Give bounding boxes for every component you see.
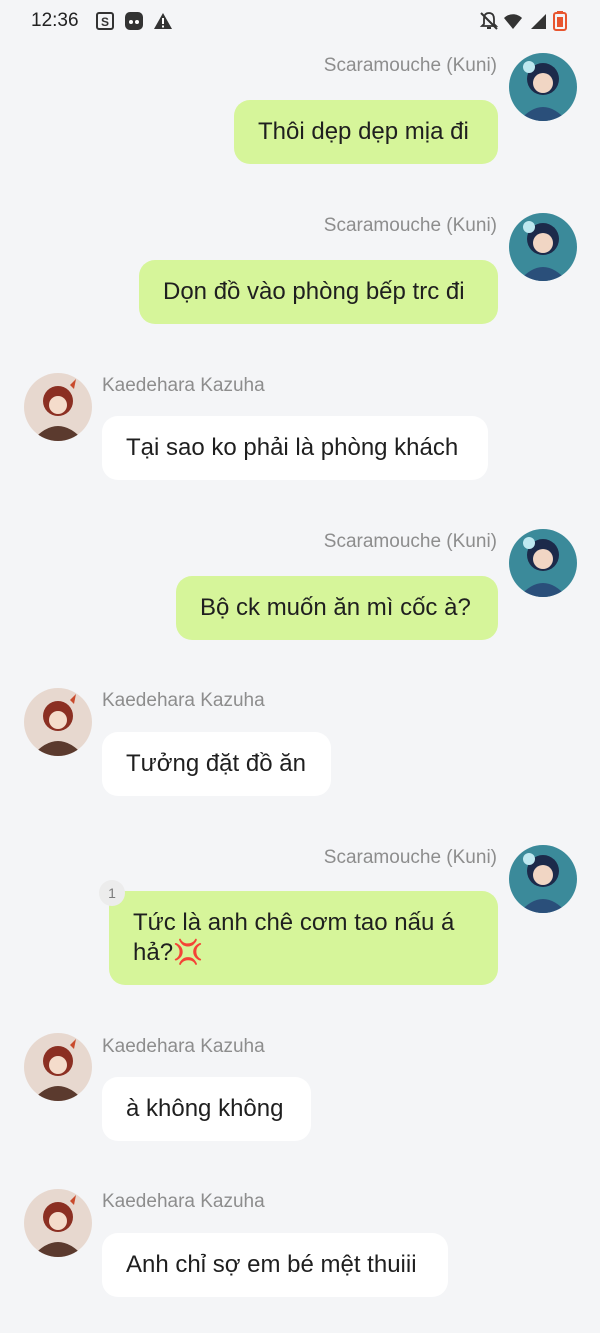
message-text: Anh chỉ sợ em bé mệt thuiii <box>126 1251 417 1278</box>
avatar-kazuha[interactable] <box>24 373 92 441</box>
avatar-scaramouche[interactable] <box>509 213 577 281</box>
notifications-off-icon <box>479 11 499 31</box>
avatar-kazuha[interactable] <box>24 1033 92 1101</box>
message-bubble[interactable]: Dọn đồ vào phòng bếp trc đi <box>139 260 498 324</box>
message-bubble[interactable]: Tại sao ko phải là phòng khách <box>102 416 488 480</box>
message-bubble[interactable]: Bộ ck muốn ăn mì cốc à? <box>176 576 498 640</box>
message-text: à không không <box>126 1095 284 1122</box>
message-text: Bộ ck muốn ăn mì cốc à? <box>200 594 471 621</box>
avatar-scaramouche[interactable] <box>509 845 577 913</box>
message-text-line: Tức là anh chê cơm tao nấu á <box>133 909 455 936</box>
message-bubble[interactable]: Anh chỉ sợ em bé mệt thuiii <box>102 1233 448 1297</box>
sender-name: Kaedehara Kazuha <box>102 375 265 396</box>
message-text-line: hả?💢 <box>133 938 474 968</box>
message-text: Dọn đồ vào phòng bếp trc đi <box>163 278 465 305</box>
anger-emoji: 💢 <box>173 939 203 966</box>
sender-name: Kaedehara Kazuha <box>102 1191 265 1212</box>
avatar-kazuha[interactable] <box>24 688 92 756</box>
screenshot-icon: S <box>95 11 115 31</box>
sender-name: Scaramouche (Kuni) <box>323 531 497 552</box>
message-bubble[interactable]: à không không <box>102 1077 311 1141</box>
avatar-kazuha[interactable] <box>24 1189 92 1257</box>
message-text: Tại sao ko phải là phòng khách <box>126 434 459 461</box>
wifi-icon <box>503 11 523 31</box>
message-text: Tưởng đặt đồ ăn <box>126 750 306 777</box>
sender-name: Scaramouche (Kuni) <box>323 847 497 868</box>
sender-name: Kaedehara Kazuha <box>102 1036 265 1057</box>
warning-icon <box>153 11 173 31</box>
reaction-count-badge[interactable]: 1 <box>99 880 125 906</box>
sender-name: Kaedehara Kazuha <box>102 690 265 711</box>
message-text: Thôi dẹp dẹp mịa đi <box>258 118 469 145</box>
sender-name: Scaramouche (Kuni) <box>323 55 497 76</box>
avatar-scaramouche[interactable] <box>509 529 577 597</box>
discord-icon <box>124 11 144 31</box>
message-text: hả? <box>133 939 174 966</box>
message-bubble[interactable]: Tức là anh chê cơm tao nấu á hả?💢 <box>109 891 498 985</box>
battery-icon <box>553 11 567 31</box>
message-bubble[interactable]: Thôi dẹp dẹp mịa đi <box>234 100 498 164</box>
message-bubble[interactable]: Tưởng đặt đồ ăn <box>102 732 331 796</box>
sender-name: Scaramouche (Kuni) <box>323 215 497 236</box>
svg-text:S: S <box>101 15 109 29</box>
avatar-scaramouche[interactable] <box>509 53 577 121</box>
status-time: 12:36 <box>31 10 79 31</box>
status-bar: 12:36 S <box>0 0 600 44</box>
signal-icon <box>528 11 548 31</box>
